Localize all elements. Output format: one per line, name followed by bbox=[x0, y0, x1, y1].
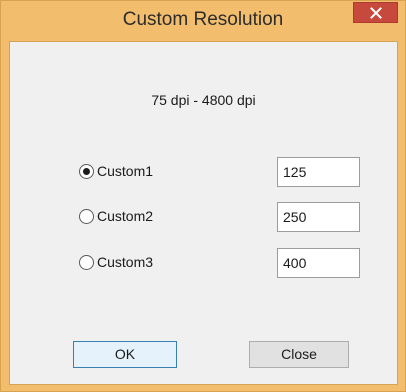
custom-resolution-dialog: Custom Resolution 75 dpi - 4800 dpi Cust… bbox=[0, 0, 406, 392]
resolution-range-text: 75 dpi - 4800 dpi bbox=[151, 92, 256, 108]
custom3-label[interactable]: Custom3 bbox=[97, 254, 153, 270]
close-icon bbox=[370, 7, 382, 19]
custom2-row: Custom2 bbox=[10, 202, 397, 232]
custom2-value-input[interactable] bbox=[277, 202, 360, 232]
custom3-radio[interactable] bbox=[79, 255, 94, 270]
custom2-radio[interactable] bbox=[79, 209, 94, 224]
custom1-radio[interactable] bbox=[79, 164, 94, 179]
title-bar[interactable]: Custom Resolution bbox=[1, 1, 405, 41]
custom2-label[interactable]: Custom2 bbox=[97, 208, 153, 224]
custom1-label[interactable]: Custom1 bbox=[97, 163, 153, 179]
dialog-body: 75 dpi - 4800 dpi Custom1 Custom2 Custom… bbox=[9, 41, 398, 385]
window-close-button[interactable] bbox=[353, 2, 398, 23]
custom3-row: Custom3 bbox=[10, 248, 397, 278]
dialog-title: Custom Resolution bbox=[122, 9, 284, 30]
custom3-value-input[interactable] bbox=[277, 248, 360, 278]
custom1-row: Custom1 bbox=[10, 157, 397, 187]
close-button[interactable]: Close bbox=[249, 341, 349, 368]
custom1-value-input[interactable] bbox=[277, 157, 360, 187]
ok-button[interactable]: OK bbox=[73, 341, 177, 368]
